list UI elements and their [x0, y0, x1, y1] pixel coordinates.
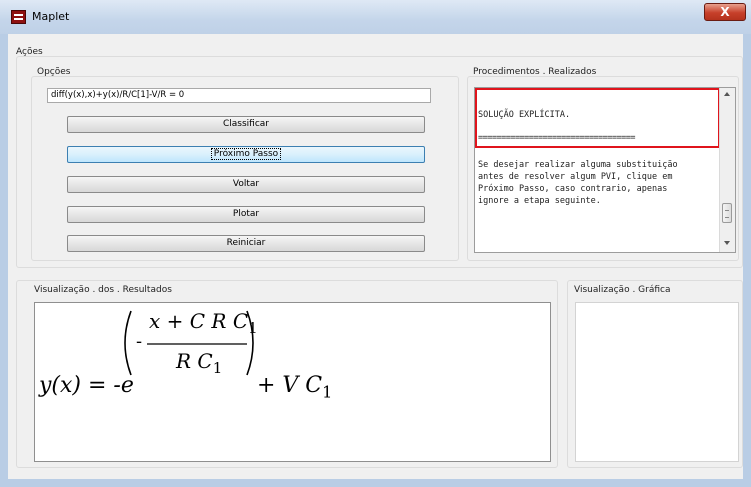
window-title: Maplet	[32, 10, 70, 23]
highlight-box	[475, 88, 720, 148]
math-lhs: y(x) = -e	[39, 373, 134, 398]
classificar-button[interactable]: Classificar	[67, 116, 425, 133]
procedures-scrollbar[interactable]	[719, 88, 735, 252]
acoes-label: Ações	[16, 47, 43, 57]
math-numerator-text: x + C R C	[149, 309, 249, 333]
math-minus: -	[136, 331, 143, 352]
close-icon: X	[720, 5, 730, 19]
math-numerator-sub: 1	[248, 319, 258, 337]
math-tail-text: + V C	[257, 373, 323, 398]
reiniciar-button[interactable]: Reiniciar	[67, 235, 425, 252]
opcoes-label: Opções	[37, 67, 71, 77]
procedimentos-label: Procedimentos . Realizados	[473, 67, 597, 77]
scroll-thumb[interactable]	[722, 203, 732, 223]
maple-app-icon	[11, 10, 26, 24]
math-lhs-text: y(x) = -e	[39, 373, 134, 398]
equation-input[interactable]: diff(y(x),x)+y(x)/R/C[1]-V/R = 0	[47, 88, 431, 103]
opcoes-group	[31, 76, 459, 261]
plotar-button[interactable]: Plotar	[67, 206, 425, 223]
math-tail-sub: 1	[322, 382, 333, 402]
proximo-passo-button-label: Próximo Passo	[210, 148, 282, 160]
math-numerator: x + C R C1	[149, 309, 258, 337]
math-denominator: R C1	[176, 349, 222, 377]
procedure-paragraph: Se desejar realizar alguma substituição …	[478, 160, 678, 206]
graph-pane	[575, 302, 739, 462]
grafica-label: Visualização . Gráfica	[574, 285, 671, 295]
resultados-label: Visualização . dos . Resultados	[34, 285, 172, 295]
math-denominator-sub: 1	[212, 359, 223, 377]
voltar-button[interactable]: Voltar	[67, 176, 425, 193]
title-bar[interactable]: Maplet X	[0, 0, 751, 34]
proximo-passo-button[interactable]: Próximo Passo	[67, 146, 425, 163]
plotar-button-label: Plotar	[232, 209, 260, 219]
scroll-down-icon[interactable]	[724, 241, 730, 245]
voltar-button-label: Voltar	[232, 179, 260, 189]
reiniciar-button-label: Reiniciar	[226, 238, 266, 248]
math-denominator-text: R C	[176, 349, 213, 373]
classificar-button-label: Classificar	[222, 119, 269, 129]
results-pane: y(x) = -e - x + C R C1 R C1 + V C1	[34, 302, 551, 462]
close-button[interactable]: X	[704, 3, 746, 21]
scroll-up-icon[interactable]	[724, 92, 730, 96]
math-tail: + V C1	[257, 373, 332, 401]
